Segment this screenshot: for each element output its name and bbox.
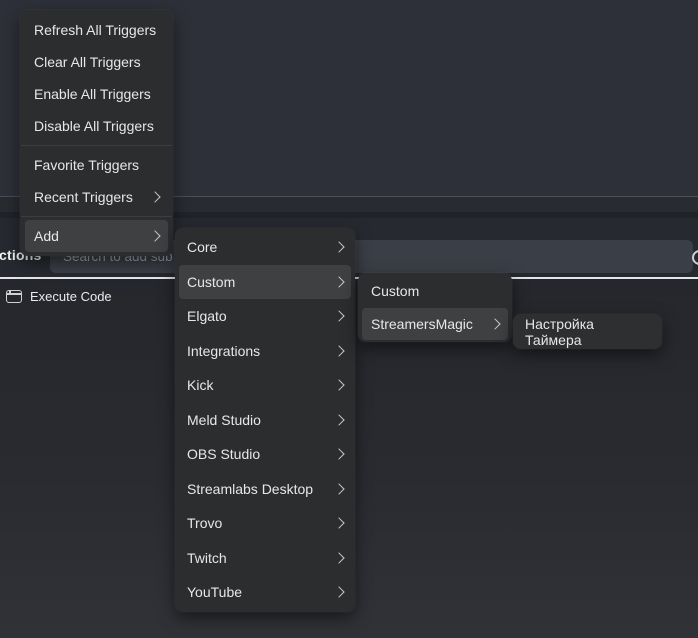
chevron-right-icon	[149, 230, 160, 241]
menu-item-label: Custom	[187, 274, 235, 290]
menu-item-label: Disable All Triggers	[34, 118, 154, 134]
menu-item-label: Kick	[187, 377, 213, 393]
menu-item-kick[interactable]: Kick	[175, 368, 355, 403]
chevron-right-icon	[333, 345, 344, 356]
menu-item-recent-triggers[interactable]: Recent Triggers	[20, 181, 173, 213]
menu-item-label: Refresh All Triggers	[34, 22, 156, 38]
chevron-right-icon	[333, 449, 344, 460]
menu-item-label: YouTube	[187, 584, 242, 600]
chevron-right-icon	[333, 414, 344, 425]
menu-item-label: Настройка Таймера	[525, 316, 650, 348]
add-submenu: Core Custom Elgato Integrations Kick Mel…	[175, 228, 355, 612]
app-window: ctions Execute Code Refresh All Triggers…	[0, 0, 698, 638]
chevron-right-icon	[333, 380, 344, 391]
menu-item-custom-trigger[interactable]: Custom	[358, 275, 512, 308]
menu-item-add[interactable]: Add	[25, 220, 168, 252]
chevron-right-icon	[149, 191, 160, 202]
menu-item-label: Favorite Triggers	[34, 157, 139, 173]
menu-item-youtube[interactable]: YouTube	[175, 575, 355, 610]
menu-item-label: OBS Studio	[187, 446, 260, 462]
menu-item-streamersmagic[interactable]: StreamersMagic	[362, 308, 508, 341]
menu-item-streamlabs-desktop[interactable]: Streamlabs Desktop	[175, 472, 355, 507]
menu-item-twitch[interactable]: Twitch	[175, 541, 355, 576]
menu-separator	[21, 216, 172, 217]
menu-item-label: Recent Triggers	[34, 189, 133, 205]
menu-item-label: Enable All Triggers	[34, 86, 151, 102]
menu-item-disable-all-triggers[interactable]: Disable All Triggers	[20, 110, 173, 142]
menu-item-label: Streamlabs Desktop	[187, 481, 313, 497]
chevron-right-icon	[333, 276, 344, 287]
menu-item-elgato[interactable]: Elgato	[175, 299, 355, 334]
chevron-right-icon	[333, 311, 344, 322]
menu-item-label: StreamersMagic	[371, 316, 473, 332]
chevron-right-icon	[333, 518, 344, 529]
menu-item-label: Integrations	[187, 343, 260, 359]
menu-item-core[interactable]: Core	[175, 230, 355, 265]
menu-separator	[21, 145, 172, 146]
menu-item-label: Clear All Triggers	[34, 54, 141, 70]
menu-item-refresh-all-triggers[interactable]: Refresh All Triggers	[20, 14, 173, 46]
code-window-icon	[6, 290, 22, 303]
menu-item-label: Meld Studio	[187, 412, 261, 428]
list-item-label: Execute Code	[30, 289, 112, 304]
menu-item-label: Custom	[371, 283, 419, 299]
chevron-right-icon	[333, 587, 344, 598]
menu-item-custom[interactable]: Custom	[179, 265, 351, 300]
menu-item-meld-studio[interactable]: Meld Studio	[175, 403, 355, 438]
menu-item-clear-all-triggers[interactable]: Clear All Triggers	[20, 46, 173, 78]
menu-item-label: Elgato	[187, 308, 227, 324]
menu-item-obs-studio[interactable]: OBS Studio	[175, 437, 355, 472]
menu-item-label: Twitch	[187, 550, 227, 566]
triggers-context-menu: Refresh All Triggers Clear All Triggers …	[20, 10, 173, 256]
chevron-right-icon	[333, 242, 344, 253]
menu-item-favorite-triggers[interactable]: Favorite Triggers	[20, 149, 173, 181]
menu-item-label: Trovo	[187, 515, 222, 531]
chevron-right-icon	[333, 483, 344, 494]
menu-item-enable-all-triggers[interactable]: Enable All Triggers	[20, 78, 173, 110]
chevron-right-icon	[333, 552, 344, 563]
menu-item-integrations[interactable]: Integrations	[175, 334, 355, 369]
menu-item-trovo[interactable]: Trovo	[175, 506, 355, 541]
chevron-right-icon	[489, 318, 500, 329]
custom-submenu: Custom StreamersMagic	[358, 273, 512, 342]
menu-item-label: Add	[34, 228, 59, 244]
menu-item-label: Core	[187, 239, 217, 255]
menu-item-timer-setup[interactable]: Настройка Таймера	[513, 314, 662, 349]
streamersmagic-submenu: Настройка Таймера	[513, 314, 662, 349]
